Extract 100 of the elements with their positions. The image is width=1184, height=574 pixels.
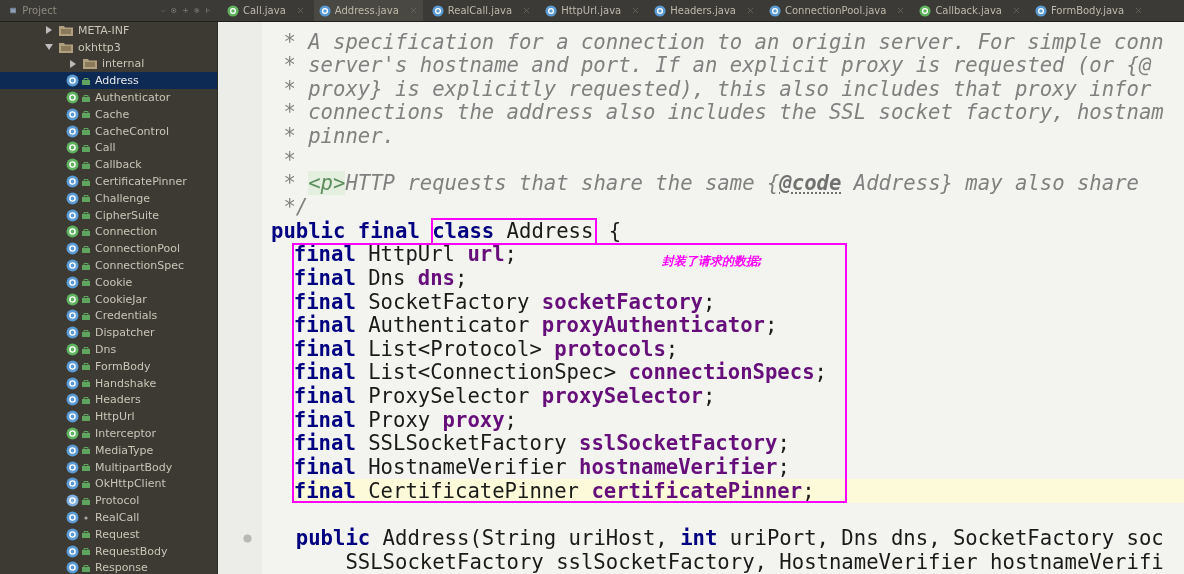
close-icon[interactable] bbox=[522, 6, 532, 15]
code-line: final HostnameVerifier hostnameVerifier; bbox=[293, 457, 790, 478]
editor-tab[interactable]: Headers.java bbox=[649, 0, 760, 21]
tree-item[interactable]: RealCall bbox=[0, 509, 217, 526]
class-icon bbox=[768, 4, 781, 17]
editor-tab[interactable]: Address.java bbox=[313, 0, 423, 21]
tree-item[interactable]: ConnectionSpec bbox=[0, 257, 217, 274]
code-line: final Proxy proxy; bbox=[293, 409, 517, 431]
class-icon bbox=[66, 477, 79, 491]
tree-item[interactable]: Authenticator bbox=[0, 89, 217, 106]
class-icon bbox=[66, 191, 79, 205]
close-icon[interactable] bbox=[896, 6, 906, 15]
gutter-marker-icon[interactable] bbox=[243, 533, 252, 543]
class-icon bbox=[66, 376, 79, 390]
code-line: final List<ConnectionSpec> connectionSpecs; bbox=[293, 362, 827, 384]
tree-item[interactable]: MultipartBody bbox=[0, 458, 217, 476]
tree-item[interactable]: Address bbox=[0, 72, 217, 90]
tree-item[interactable]: Dispatcher bbox=[0, 324, 217, 342]
tree-item[interactable]: Challenge bbox=[0, 189, 217, 207]
close-icon[interactable] bbox=[408, 6, 418, 15]
folder-icon bbox=[59, 41, 73, 53]
tree-item[interactable]: Call bbox=[0, 139, 217, 157]
expanded-arrow-icon[interactable] bbox=[42, 43, 56, 52]
editor-tab[interactable]: HttpUrl.java bbox=[540, 0, 646, 21]
tree-item[interactable]: Dns bbox=[0, 341, 217, 358]
class-icon bbox=[654, 4, 667, 17]
class-icon bbox=[66, 124, 79, 138]
tree-item[interactable]: ConnectionPool bbox=[0, 240, 217, 258]
close-icon[interactable] bbox=[631, 6, 641, 15]
class-icon bbox=[66, 359, 79, 373]
tree-item[interactable]: CertificatePinner bbox=[0, 173, 217, 190]
interface-icon bbox=[66, 427, 79, 440]
tree-item[interactable]: META-INF bbox=[0, 22, 217, 39]
tree-item[interactable]: Connection bbox=[0, 223, 217, 241]
code-line: * proxy} is explicitly requested), this also includes that proxy infor bbox=[282, 78, 1152, 100]
collapse-icon[interactable] bbox=[182, 5, 189, 16]
code-line: * <p>HTTP requests that share the same {@code Address} may also share bbox=[282, 173, 1139, 194]
tree-item[interactable]: Headers bbox=[0, 391, 217, 409]
code-line: public Address(String uriHost, int uriPort, Dns dns, SocketFactory soc bbox=[294, 527, 1164, 549]
interface-icon bbox=[66, 343, 79, 357]
tree-item[interactable]: Callback bbox=[0, 156, 217, 174]
settings-icon[interactable] bbox=[194, 5, 200, 16]
enum-icon bbox=[66, 494, 79, 508]
tree-item[interactable]: OkHttpClient bbox=[0, 475, 217, 493]
tree-item[interactable]: Response bbox=[0, 559, 217, 574]
tree-item[interactable]: Protocol bbox=[0, 492, 217, 510]
tree-item[interactable]: Interceptor bbox=[0, 425, 217, 442]
class-icon bbox=[66, 460, 79, 474]
tree-item[interactable]: HttpUrl bbox=[0, 408, 217, 426]
project-icon[interactable] bbox=[10, 5, 17, 16]
code-line: * pinner. bbox=[282, 126, 395, 147]
interface-icon bbox=[919, 4, 932, 17]
class-icon bbox=[66, 107, 79, 121]
close-icon[interactable] bbox=[745, 6, 755, 15]
tree-item[interactable]: Credentials bbox=[0, 307, 217, 325]
code-line: * server's hostname and port. If an explicit proxy is requested (or {@ bbox=[282, 55, 1152, 76]
class-icon bbox=[431, 4, 444, 17]
class-icon bbox=[66, 208, 79, 222]
class-icon bbox=[318, 4, 331, 17]
code-line: final SSLSocketFactory sslSocketFactory; bbox=[293, 433, 790, 454]
tree-item[interactable]: FormBody bbox=[0, 357, 217, 375]
tree-item[interactable]: RequestBody bbox=[0, 542, 217, 560]
tree-item[interactable]: CacheControl bbox=[0, 122, 217, 140]
interface-icon bbox=[66, 158, 79, 172]
code-line: final List<Protocol> protocols; bbox=[293, 338, 679, 360]
editor-tab[interactable]: Callback.java bbox=[914, 0, 1026, 21]
tree-item[interactable]: CookieJar bbox=[0, 290, 217, 308]
editor-tab[interactable]: FormBody.java bbox=[1029, 0, 1149, 21]
editor-tab[interactable]: Call.java bbox=[222, 0, 310, 21]
close-icon[interactable] bbox=[295, 6, 305, 15]
class-icon bbox=[66, 393, 79, 407]
tree-item[interactable]: Handshake bbox=[0, 374, 217, 392]
interface-icon bbox=[66, 141, 79, 155]
class-icon bbox=[66, 443, 79, 457]
class-icon bbox=[66, 511, 79, 524]
class-icon bbox=[66, 74, 79, 88]
editor-tab[interactable]: RealCall.java bbox=[426, 0, 537, 21]
tree-item[interactable]: Cache bbox=[0, 106, 217, 123]
close-icon[interactable] bbox=[1011, 6, 1021, 15]
class-icon bbox=[66, 242, 79, 256]
code-line: final Authenticator proxyAuthenticator; bbox=[293, 315, 778, 336]
tree-item[interactable]: MediaType bbox=[0, 441, 217, 459]
tree-item[interactable]: CipherSuite bbox=[0, 206, 217, 224]
code-line: public final class Address { bbox=[271, 220, 622, 242]
interface-icon bbox=[66, 91, 79, 105]
pin-icon[interactable] bbox=[205, 5, 210, 16]
class-icon bbox=[66, 259, 79, 273]
code-line: SSLSocketFactory sslSocketFactory, HostnameVerifier hostnameVerifi bbox=[344, 551, 1164, 573]
tree-item[interactable]: Cookie bbox=[0, 273, 217, 291]
target-icon[interactable] bbox=[171, 5, 177, 16]
class-icon bbox=[66, 326, 79, 340]
class-icon bbox=[66, 544, 79, 558]
tree-item[interactable]: okhttp3 bbox=[0, 38, 217, 56]
code-line: */ bbox=[282, 197, 309, 218]
panel-title[interactable]: Project bbox=[22, 3, 57, 18]
close-icon[interactable] bbox=[1134, 6, 1144, 15]
tree-item[interactable]: Request bbox=[0, 525, 217, 543]
tree-item[interactable]: internal bbox=[0, 55, 217, 73]
editor-tab[interactable]: ConnectionPool.java bbox=[763, 0, 911, 21]
class-icon bbox=[66, 561, 79, 574]
